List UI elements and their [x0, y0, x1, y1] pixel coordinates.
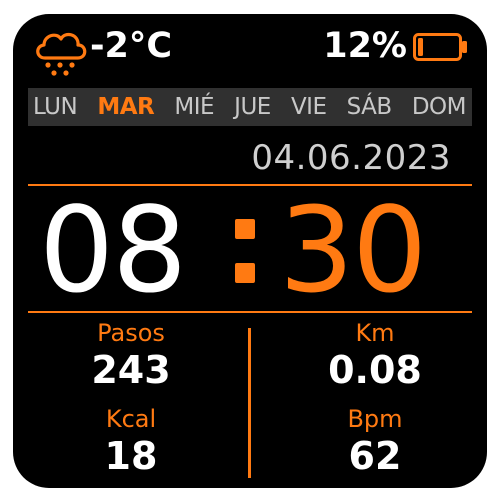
steps-label: Pasos	[97, 319, 165, 347]
weekday-tue: MAR	[97, 94, 155, 120]
distance-label: Km	[355, 319, 395, 347]
weekday-mon: LUN	[33, 94, 78, 120]
weekday-fri: VIE	[290, 94, 327, 120]
steps-value: 243	[91, 348, 171, 392]
weekday-sun: DOM	[411, 94, 467, 120]
weekday-sat: SÁB	[346, 94, 393, 120]
calories-label: Kcal	[105, 405, 157, 433]
distance-value: 0.08	[328, 348, 422, 392]
stats-divider	[248, 328, 251, 478]
watch-face: -2°C 12% LUN MAR MIÉ JUE VIE SÁB DOM 04.…	[13, 14, 487, 488]
calories-value: 18	[104, 434, 158, 478]
battery-low-icon	[413, 33, 467, 61]
heart-rate-value: 62	[348, 434, 402, 478]
date-display: 04.06.2023	[251, 138, 451, 178]
battery-level-fill	[418, 38, 423, 56]
snow-cloud-icon	[36, 32, 87, 76]
weekday-thu: JUE	[234, 94, 271, 120]
time-minutes: 30	[279, 181, 427, 319]
battery-percentage: 12%	[323, 26, 407, 66]
time-colon-dot-bottom	[235, 263, 255, 283]
weekday-strip: LUN MAR MIÉ JUE VIE SÁB DOM	[28, 88, 472, 126]
time-colon-dot-top	[235, 219, 255, 239]
heart-rate-label: Bpm	[347, 405, 403, 433]
temperature: -2°C	[90, 26, 173, 66]
weekday-wed: MIÉ	[174, 94, 215, 120]
divider-bottom	[28, 311, 472, 313]
time-hours: 08	[39, 181, 187, 319]
